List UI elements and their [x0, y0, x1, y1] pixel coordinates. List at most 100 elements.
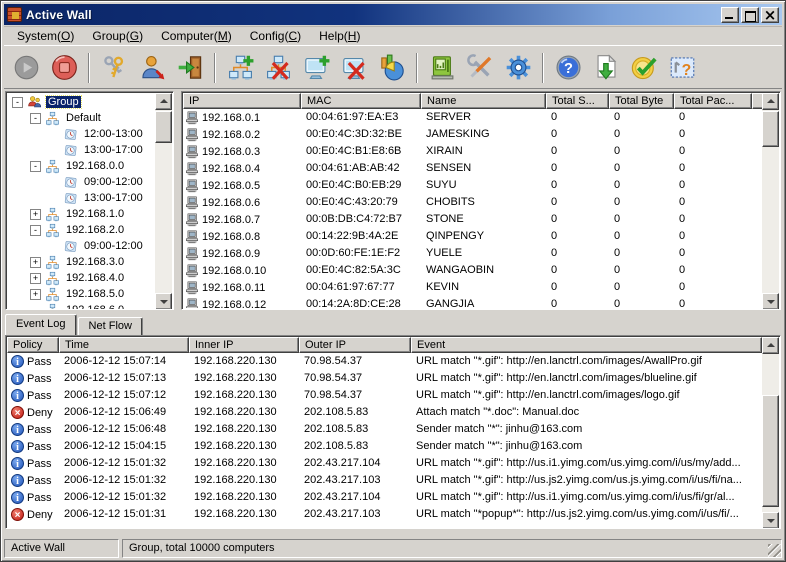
- password-button[interactable]: [96, 50, 132, 86]
- computers-scrollbar[interactable]: [762, 93, 779, 310]
- tree-item[interactable]: 09:00-12:00: [8, 174, 155, 190]
- event-row[interactable]: Pass 2006-12-12 15:04:15 192.168.220.130…: [7, 438, 762, 455]
- about-button[interactable]: [550, 50, 586, 86]
- login-button[interactable]: [134, 50, 170, 86]
- tree-item[interactable]: 13:00-17:00: [8, 190, 155, 206]
- statistics-button[interactable]: [374, 50, 410, 86]
- col-header-mac[interactable]: MAC: [301, 93, 421, 109]
- col-header-total-byte[interactable]: Total Byte: [609, 93, 674, 109]
- tab[interactable]: Event Log: [5, 314, 77, 335]
- delete-computer-button[interactable]: [336, 50, 372, 86]
- event-row[interactable]: Pass 2006-12-12 15:01:32 192.168.220.130…: [7, 455, 762, 472]
- scroll-thumb[interactable]: [762, 395, 779, 507]
- tab[interactable]: Net Flow: [78, 317, 143, 335]
- scroll-up-button[interactable]: [762, 337, 779, 354]
- event-row[interactable]: Deny 2006-12-12 15:01:31 192.168.220.130…: [7, 506, 762, 523]
- col-header-event[interactable]: Event: [411, 337, 762, 353]
- tree-item[interactable]: + 192.168.5.0: [8, 286, 155, 302]
- titlebar[interactable]: Active Wall: [4, 4, 782, 25]
- event-row[interactable]: Pass 2006-12-12 15:06:48 192.168.220.130…: [7, 421, 762, 438]
- event-row[interactable]: Pass 2006-12-12 15:07:12 192.168.220.130…: [7, 387, 762, 404]
- maximize-button[interactable]: [741, 7, 759, 23]
- col-header-name[interactable]: Name: [421, 93, 546, 109]
- computer-row[interactable]: 192.168.0.4 00:04:61:AB:AB:42 SENSEN 0 0…: [183, 160, 762, 177]
- computer-row[interactable]: 192.168.0.9 00:0D:60:FE:1E:F2 YUELE 0 0 …: [183, 245, 762, 262]
- scroll-down-button[interactable]: [155, 293, 172, 310]
- tree-item[interactable]: - Default: [8, 110, 155, 126]
- stop-button[interactable]: [46, 50, 82, 86]
- scroll-thumb[interactable]: [155, 111, 172, 143]
- tree-item[interactable]: - 192.168.2.0: [8, 222, 155, 238]
- resize-grip[interactable]: [768, 544, 781, 557]
- add-group-button[interactable]: [222, 50, 258, 86]
- tree-expander[interactable]: -: [30, 113, 41, 124]
- computer-row[interactable]: 192.168.0.10 00:E0:4C:82:5A:3C WANGAOBIN…: [183, 262, 762, 279]
- panel-splitter[interactable]: [174, 91, 181, 310]
- tree-item[interactable]: 09:00-12:00: [8, 238, 155, 254]
- tree-expander[interactable]: +: [30, 273, 41, 284]
- menu-item[interactable]: System(O): [8, 27, 83, 45]
- scroll-up-button[interactable]: [762, 93, 779, 110]
- computer-ip: 192.168.0.9: [202, 248, 260, 260]
- exit-button[interactable]: [172, 50, 208, 86]
- tree-item[interactable]: - 192.168.0.0: [8, 158, 155, 174]
- tree-expander[interactable]: +: [30, 257, 41, 268]
- tree-expander[interactable]: -: [12, 97, 23, 108]
- tree-expander[interactable]: +: [30, 289, 41, 300]
- tree-item[interactable]: 12:00-13:00: [8, 126, 155, 142]
- delete-group-button[interactable]: [260, 50, 296, 86]
- close-button[interactable]: [761, 7, 779, 23]
- col-header-total-s[interactable]: Total S...: [546, 93, 609, 109]
- menu-item[interactable]: Computer(M): [152, 27, 241, 45]
- computer-row[interactable]: 192.168.0.12 00:14:2A:8D:CE:28 GANGJIA 0…: [183, 296, 762, 308]
- config-button[interactable]: [500, 50, 536, 86]
- minimize-button[interactable]: [721, 7, 739, 23]
- event-row[interactable]: Pass 2006-12-12 15:07:13 192.168.220.130…: [7, 370, 762, 387]
- context-help-button[interactable]: [664, 50, 700, 86]
- tree-expander[interactable]: +: [30, 209, 41, 220]
- add-computer-button[interactable]: [298, 50, 334, 86]
- event-log-scrollbar[interactable]: [762, 337, 779, 529]
- event-row[interactable]: Pass 2006-12-12 15:01:32 192.168.220.130…: [7, 489, 762, 506]
- computer-row[interactable]: 192.168.0.3 00:E0:4C:B1:E8:6B XIRAIN 0 0…: [183, 143, 762, 160]
- computer-row[interactable]: 192.168.0.1 00:04:61:97:EA:E3 SERVER 0 0…: [183, 109, 762, 126]
- start-button[interactable]: [8, 50, 44, 86]
- scroll-down-button[interactable]: [762, 293, 779, 310]
- tree-item[interactable]: 192.168.6.0: [8, 302, 155, 310]
- computer-row[interactable]: 192.168.0.8 00:14:22:9B:4A:2E QINPENGY 0…: [183, 228, 762, 245]
- scroll-up-button[interactable]: [155, 93, 172, 110]
- computer-row[interactable]: 192.168.0.11 00:04:61:97:67:77 KEVIN 0 0…: [183, 279, 762, 296]
- scroll-thumb[interactable]: [762, 111, 779, 147]
- window-controls: [721, 7, 779, 23]
- event-row[interactable]: Deny 2006-12-12 15:06:49 192.168.220.130…: [7, 404, 762, 421]
- menu-item[interactable]: Group(G): [83, 27, 152, 45]
- tree-item[interactable]: + 192.168.4.0: [8, 270, 155, 286]
- event-outer-ip: 202.43.217.103: [299, 472, 411, 489]
- tree-scrollbar[interactable]: [155, 93, 172, 310]
- computer-row[interactable]: 192.168.0.7 00:0B:DB:C4:72:B7 STONE 0 0 …: [183, 211, 762, 228]
- event-row[interactable]: Pass 2006-12-12 15:07:14 192.168.220.130…: [7, 353, 762, 370]
- tree-item[interactable]: + 192.168.1.0: [8, 206, 155, 222]
- menu-item[interactable]: Help(H): [310, 27, 369, 45]
- update-button[interactable]: [588, 50, 624, 86]
- col-header-ip[interactable]: IP: [183, 93, 301, 109]
- event-row[interactable]: Pass 2006-12-12 15:01:32 192.168.220.130…: [7, 472, 762, 489]
- menu-item[interactable]: Config(C): [241, 27, 310, 45]
- tools-button[interactable]: [462, 50, 498, 86]
- computer-row[interactable]: 192.168.0.5 00:E0:4C:B0:EB:29 SUYU 0 0 0: [183, 177, 762, 194]
- col-header-policy[interactable]: Policy: [7, 337, 59, 353]
- tree-expander[interactable]: -: [30, 161, 41, 172]
- col-header-total-pac[interactable]: Total Pac...: [674, 93, 752, 109]
- col-header-time[interactable]: Time: [59, 337, 189, 353]
- col-header-outer-ip[interactable]: Outer IP: [299, 337, 411, 353]
- computer-row[interactable]: 192.168.0.6 00:E0:4C:43:20:79 CHOBITS 0 …: [183, 194, 762, 211]
- netflow-button[interactable]: [424, 50, 460, 86]
- tree-item[interactable]: - Group: [8, 94, 155, 110]
- computer-row[interactable]: 192.168.0.2 00:E0:4C:3D:32:BE JAMESKING …: [183, 126, 762, 143]
- col-header-inner-ip[interactable]: Inner IP: [189, 337, 299, 353]
- register-button[interactable]: [626, 50, 662, 86]
- scroll-down-button[interactable]: [762, 512, 779, 529]
- tree-item[interactable]: 13:00-17:00: [8, 142, 155, 158]
- tree-item[interactable]: + 192.168.3.0: [8, 254, 155, 270]
- tree-expander[interactable]: -: [30, 225, 41, 236]
